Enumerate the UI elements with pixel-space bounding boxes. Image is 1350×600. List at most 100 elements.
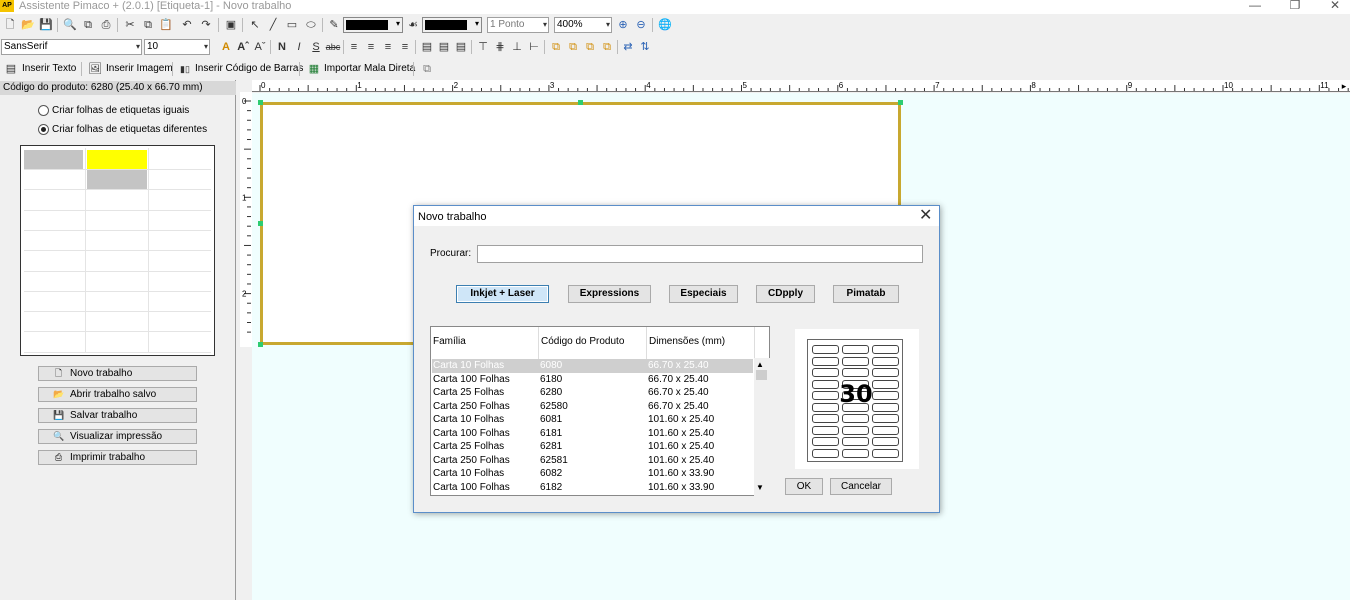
valign-top-icon[interactable]: ▤ xyxy=(420,40,434,54)
open-icon[interactable]: 📂 xyxy=(21,18,35,32)
align-left-edge-icon[interactable]: ⊢ xyxy=(527,40,541,54)
redo-icon[interactable]: ↷ xyxy=(199,18,213,32)
scroll-thumb[interactable] xyxy=(756,370,767,380)
valign-bottom-icon[interactable]: ▤ xyxy=(454,40,468,54)
align-vcenter-icon[interactable]: ⋕ xyxy=(493,40,507,54)
close-icon[interactable]: ✕ xyxy=(1320,0,1350,12)
bring-forward-icon[interactable]: ⧉ xyxy=(583,40,597,54)
new-job-button[interactable]: 🗋 Novo trabalho xyxy=(38,366,197,381)
pointer-icon[interactable]: ↖ xyxy=(248,18,262,32)
table-row[interactable]: Carta 100 Folhas 6181 101.60 x 25.40 xyxy=(432,427,753,441)
pen-color-picker[interactable]: ▾ xyxy=(343,17,403,33)
print-preview-button[interactable]: 🔍 Visualizar impressão xyxy=(38,429,197,444)
font-family-select[interactable]: SansSerif ▾ xyxy=(1,39,142,55)
bold-button[interactable]: N xyxy=(275,40,289,54)
sheet-layout-grid[interactable] xyxy=(20,145,215,356)
paste-icon[interactable]: 📋 xyxy=(159,18,173,32)
table-scrollbar[interactable]: ▲ ▼ xyxy=(754,358,770,496)
save-job-button[interactable]: 💾 Salvar trabalho xyxy=(38,408,197,423)
barcode-icon[interactable]: ▮▯ xyxy=(178,62,192,76)
justify-icon[interactable]: ≡ xyxy=(398,40,412,54)
bring-front-icon[interactable]: ⧉ xyxy=(549,40,563,54)
resize-handle[interactable] xyxy=(898,100,903,105)
font-shrink-icon[interactable]: Aˇ xyxy=(253,40,267,54)
save-icon[interactable]: 💾 xyxy=(39,18,53,32)
product-table[interactable]: Família Código do Produto Dimensões (mm)… xyxy=(430,326,770,496)
zoom-in-icon[interactable]: ⊕ xyxy=(616,18,630,32)
zoom-out-icon[interactable]: ⊖ xyxy=(634,18,648,32)
search-input[interactable] xyxy=(477,245,923,263)
flip-horizontal-icon[interactable]: ⇄ xyxy=(621,40,635,54)
table-row[interactable]: Carta 250 Folhas 62581 101.60 x 25.40 xyxy=(432,454,753,468)
resize-handle[interactable] xyxy=(258,342,263,347)
align-right-icon[interactable]: ≡ xyxy=(381,40,395,54)
undo-icon[interactable]: ↶ xyxy=(180,18,194,32)
cancel-button[interactable]: Cancelar xyxy=(830,478,892,495)
radio-equal-dot[interactable] xyxy=(38,105,49,116)
new-icon[interactable]: 🗋 xyxy=(3,18,17,32)
line-width-select[interactable]: 1 Ponto ▾ xyxy=(487,17,549,33)
scroll-down-icon[interactable]: ▼ xyxy=(756,483,764,492)
layers-icon[interactable]: ⧉ xyxy=(420,62,434,76)
send-backward-icon[interactable]: ⧉ xyxy=(600,40,614,54)
send-back-icon[interactable]: ⧉ xyxy=(566,40,580,54)
column-header-code[interactable]: Código do Produto xyxy=(541,336,624,347)
copy-icon[interactable]: ⧉ xyxy=(141,18,155,32)
italic-button[interactable]: I xyxy=(292,40,306,54)
table-row[interactable]: Carta 25 Folhas 6280 66.70 x 25.40 xyxy=(432,386,753,400)
cut-icon[interactable]: ✂ xyxy=(123,18,137,32)
frame-icon[interactable]: ▣ xyxy=(224,18,238,32)
fill-color-icon[interactable]: ☙ xyxy=(406,18,420,32)
category-expressions-button[interactable]: Expressions xyxy=(568,285,651,303)
grid-cell-yellow[interactable] xyxy=(87,150,147,169)
resize-handle[interactable] xyxy=(258,221,263,226)
minimize-icon[interactable]: — xyxy=(1240,0,1270,12)
excel-icon[interactable]: ▦ xyxy=(307,62,321,76)
table-row[interactable]: Carta 10 Folhas 6080 66.70 x 25.40 xyxy=(432,359,753,373)
column-header-family[interactable]: Família xyxy=(433,336,466,347)
scroll-up-icon[interactable]: ▲ xyxy=(756,360,764,369)
line-icon[interactable]: ╱ xyxy=(266,18,280,32)
table-row[interactable]: Carta 10 Folhas 6081 101.60 x 25.40 xyxy=(432,413,753,427)
pen-color-icon[interactable]: ✎ xyxy=(327,18,341,32)
fill-color-picker[interactable]: ▾ xyxy=(422,17,482,33)
print-job-button[interactable]: ⎙ Imprimir trabalho xyxy=(38,450,197,465)
insert-image-icon[interactable]: 🖼 xyxy=(88,62,102,76)
resize-handle[interactable] xyxy=(258,100,263,105)
category-inkjet-laser-button[interactable]: Inkjet + Laser xyxy=(456,285,549,303)
rectangle-icon[interactable]: ▭ xyxy=(285,18,299,32)
font-size-select[interactable]: 10 ▾ xyxy=(144,39,210,55)
table-row[interactable]: Carta 100 Folhas 6182 101.60 x 33.90 xyxy=(432,481,753,495)
copy-page-icon[interactable]: ⧉ xyxy=(81,18,95,32)
column-header-dimensions[interactable]: Dimensões (mm) xyxy=(649,336,725,347)
align-bottom-edge-icon[interactable]: ⊥ xyxy=(510,40,524,54)
print-preview-icon[interactable]: 🔍 xyxy=(63,18,77,32)
font-grow-icon[interactable]: Aˆ xyxy=(236,40,250,54)
valign-middle-icon[interactable]: ▤ xyxy=(437,40,451,54)
insert-text-button[interactable]: Inserir Texto xyxy=(22,63,76,74)
table-row[interactable]: Carta 10 Folhas 6082 101.60 x 33.90 xyxy=(432,467,753,481)
insert-barcode-button[interactable]: Inserir Código de Barras xyxy=(195,63,303,74)
ellipse-icon[interactable]: ⬭ xyxy=(304,18,318,32)
underline-button[interactable]: S xyxy=(309,40,323,54)
flip-vertical-icon[interactable]: ⇅ xyxy=(638,40,652,54)
open-job-button[interactable]: 📂 Abrir trabalho salvo xyxy=(38,387,197,402)
table-row[interactable]: Carta 100 Folhas 6180 66.70 x 25.40 xyxy=(432,373,753,387)
font-color-icon[interactable]: A xyxy=(219,40,233,54)
zoom-select[interactable]: 400% ▾ xyxy=(554,17,612,33)
dialog-close-icon[interactable]: ✕ xyxy=(919,207,932,225)
import-mail-button[interactable]: Importar Mala Direta xyxy=(324,63,415,74)
category-especiais-button[interactable]: Especiais xyxy=(669,285,738,303)
align-left-icon[interactable]: ≡ xyxy=(347,40,361,54)
insert-image-button[interactable]: Inserir Imagem xyxy=(106,63,173,74)
ok-button[interactable]: OK xyxy=(785,478,823,495)
radio-different-dot[interactable] xyxy=(38,124,49,135)
align-center-icon[interactable]: ≡ xyxy=(364,40,378,54)
category-pimatab-button[interactable]: Pimatab xyxy=(833,285,899,303)
grid-cell-gray[interactable] xyxy=(87,170,147,189)
web-icon[interactable]: 🌐 xyxy=(658,18,672,32)
align-top-edge-icon[interactable]: ⊤ xyxy=(476,40,490,54)
category-cdpply-button[interactable]: CDpply xyxy=(756,285,815,303)
table-row[interactable]: Carta 250 Folhas 62580 66.70 x 25.40 xyxy=(432,400,753,414)
print-icon[interactable]: ⎙ xyxy=(99,18,113,32)
